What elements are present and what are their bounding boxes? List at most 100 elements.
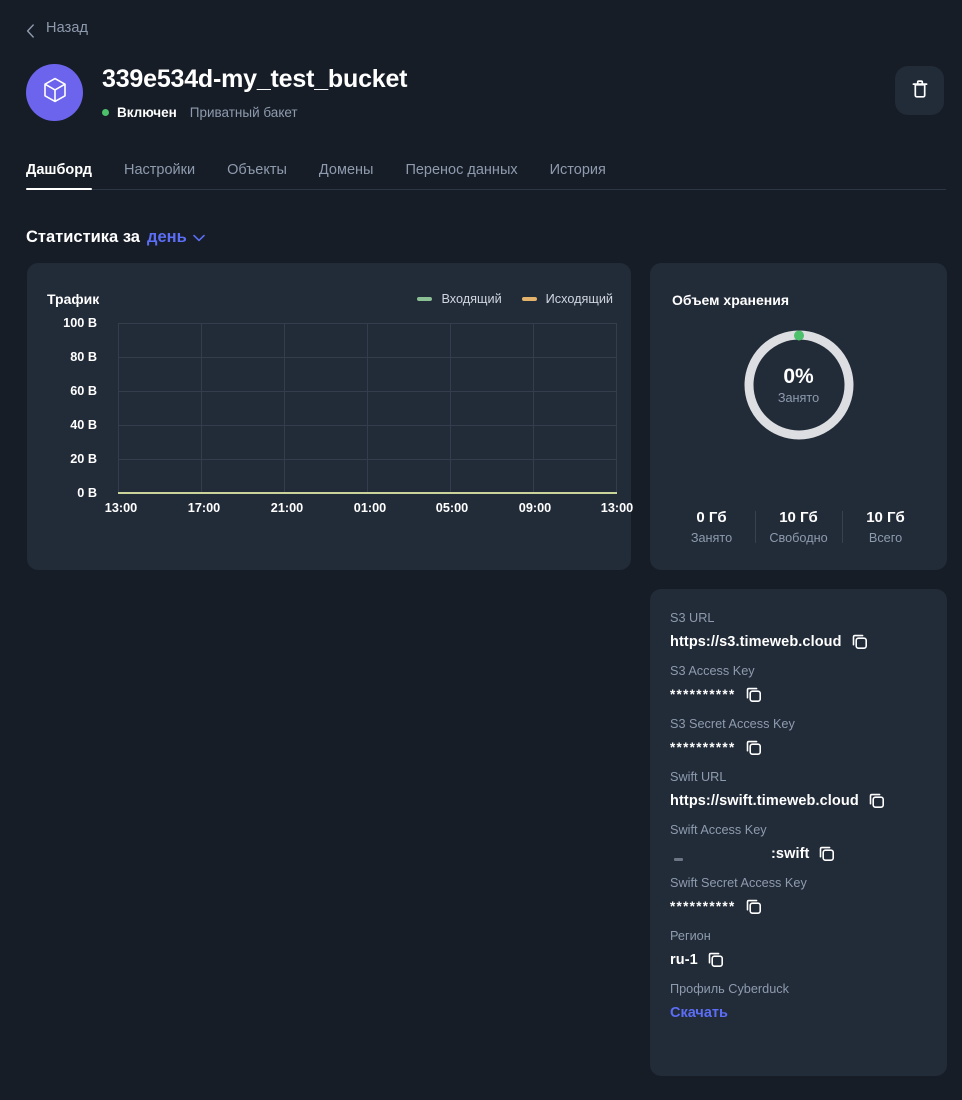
credential-swift-url: Swift URL https://swift.timeweb.cloud [670, 770, 931, 810]
storage-stat-total: 10 Гб Всего [842, 509, 929, 545]
gridline-vertical [284, 323, 285, 493]
y-tick: 40 B [70, 418, 97, 432]
legend-item-incoming[interactable]: Входящий [417, 292, 502, 306]
back-button[interactable]: Назад [26, 20, 89, 38]
credential-value: ru-1 [670, 951, 698, 968]
period-selector[interactable]: день [147, 228, 205, 247]
gridline-vertical [533, 323, 534, 493]
tab-dashboard[interactable]: Дашборд [26, 162, 92, 190]
storage-donut-wrap: 0% Занято [650, 327, 947, 443]
copy-icon[interactable] [707, 951, 724, 968]
credential-label: S3 Access Key [670, 664, 755, 678]
gridline-vertical [367, 323, 368, 493]
legend-swatch-outgoing [521, 297, 537, 301]
credential-label: Регион [670, 929, 711, 943]
copy-icon[interactable] [745, 898, 762, 915]
tab-bar: Дашборд Настройки Объекты Домены Перенос… [26, 152, 946, 190]
gridline-vertical [450, 323, 451, 493]
credential-label: Swift URL [670, 770, 727, 784]
page-title: 339e534d-my_test_bucket [102, 65, 408, 93]
credential-value: :swift [771, 845, 810, 862]
gridline-vertical [616, 323, 617, 493]
storage-stat-used: 0 Гб Занято [668, 509, 755, 545]
gridline-vertical [118, 323, 119, 493]
credential-label: Swift Access Key [670, 823, 767, 837]
tab-settings[interactable]: Настройки [124, 162, 195, 189]
back-label: Назад [46, 20, 89, 36]
storage-percent: 0% [783, 364, 814, 388]
x-tick: 13:00 [600, 501, 634, 515]
credential-label: Профиль Cyberduck [670, 982, 789, 996]
connection-credentials-card: S3 URL https://s3.timeweb.cloud S3 Acces… [650, 589, 947, 1076]
copy-icon[interactable] [851, 633, 868, 650]
x-axis: 13:00 17:00 21:00 01:00 05:00 09:00 13:0… [27, 501, 634, 523]
cube-icon [43, 77, 67, 108]
delete-bucket-button[interactable] [895, 66, 944, 115]
x-tick: 05:00 [435, 501, 469, 515]
stat-label: Всего [868, 531, 903, 545]
tab-objects[interactable]: Объекты [227, 162, 287, 189]
bucket-access-label: Приватный бакет [189, 104, 298, 120]
storage-stat-free: 10 Гб Свободно [755, 509, 842, 545]
y-tick: 60 B [70, 384, 97, 398]
bucket-status-row: Включен Приватный бакет [102, 105, 407, 120]
y-tick: 80 B [70, 350, 97, 364]
credential-label: S3 URL [670, 611, 715, 625]
copy-icon[interactable] [745, 739, 762, 756]
credential-swift-secret-access-key: Swift Secret Access Key ********** [670, 876, 931, 916]
credential-label: Swift Secret Access Key [670, 876, 807, 890]
storage-volume-card: Объем хранения 0% Занято 0 Гб Занято 10 … [650, 263, 947, 570]
stat-value: 10 Гб [779, 509, 818, 526]
download-cyberduck-profile-link[interactable]: Скачать [670, 1005, 728, 1021]
redacted-value-mask [670, 845, 762, 862]
copy-icon[interactable] [868, 792, 885, 809]
stat-label: Занято [690, 531, 733, 545]
period-value: день [146, 228, 187, 246]
legend-label-incoming: Входящий [441, 292, 502, 306]
storage-stats: 0 Гб Занято 10 Гб Свободно 10 Гб Всего [668, 509, 929, 545]
stat-value: 0 Гб [696, 509, 727, 526]
tab-data-transfer[interactable]: Перенос данных [405, 162, 517, 189]
y-tick: 20 B [70, 452, 97, 466]
status-badge: Включен [117, 104, 177, 120]
credential-value: https://swift.timeweb.cloud [670, 792, 859, 809]
storage-donut-chart: 0% Занято [741, 327, 857, 443]
chart-series-line [118, 492, 617, 494]
traffic-card-header: Трафик Входящий Исходящий [47, 291, 613, 307]
credential-value: https://s3.timeweb.cloud [670, 633, 842, 650]
credential-label: S3 Secret Access Key [670, 717, 795, 731]
chevron-down-icon [192, 234, 205, 242]
gridline-vertical [201, 323, 202, 493]
avatar [26, 64, 83, 121]
trash-icon [911, 79, 929, 102]
storage-percent-label: Занято [777, 391, 820, 406]
tab-domains[interactable]: Домены [319, 162, 374, 189]
credential-cyberduck-profile: Профиль Cyberduck Скачать [670, 982, 931, 1022]
bucket-dashboard-page: Назад 339e534d-my_test_bucket Включен Пр… [0, 0, 962, 1100]
y-axis: 100 B 80 B 60 B 40 B 20 B 0 B [27, 316, 105, 513]
x-tick: 13:00 [104, 501, 138, 515]
legend-swatch-incoming [417, 297, 433, 301]
statistics-label: Статистика за [26, 228, 140, 246]
copy-icon[interactable] [818, 845, 835, 862]
x-tick: 09:00 [518, 501, 552, 515]
copy-icon[interactable] [745, 686, 762, 703]
legend-item-outgoing[interactable]: Исходящий [521, 292, 613, 306]
legend-label-outgoing: Исходящий [545, 292, 613, 306]
x-tick: 17:00 [187, 501, 221, 515]
chart-grid [118, 323, 617, 494]
chevron-left-icon [26, 23, 35, 38]
credential-value: ********** [670, 899, 736, 914]
bucket-header: 339e534d-my_test_bucket Включен Приватны… [26, 64, 408, 121]
x-tick: 21:00 [270, 501, 304, 515]
y-tick: 0 B [77, 486, 97, 500]
tab-history[interactable]: История [550, 162, 606, 189]
stat-value: 10 Гб [866, 509, 905, 526]
chart-legend: Входящий Исходящий [417, 292, 613, 306]
traffic-title: Трафик [47, 291, 100, 307]
credential-value: ********** [670, 740, 736, 755]
credential-s3-url: S3 URL https://s3.timeweb.cloud [670, 611, 931, 651]
storage-title: Объем хранения [672, 292, 790, 308]
credential-swift-access-key: Swift Access Key :swift [670, 823, 931, 863]
y-tick: 100 B [63, 316, 97, 330]
